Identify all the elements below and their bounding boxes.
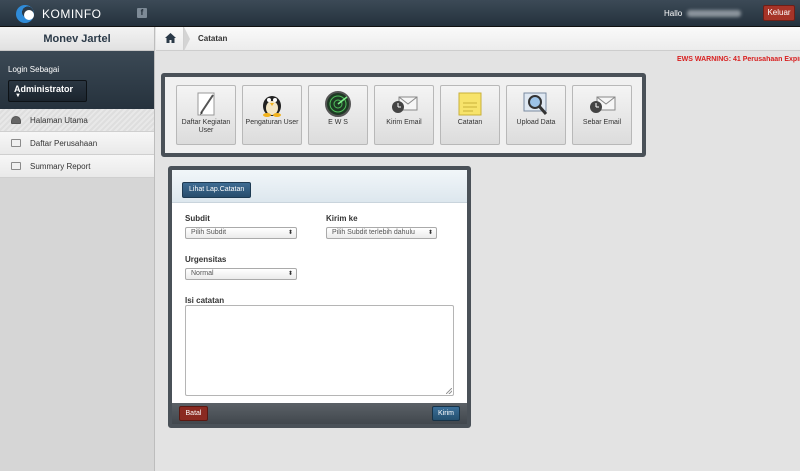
ews-warning-text: EWS WARNING: 41 Perusahaan Expired <box>677 56 800 63</box>
house-icon <box>165 33 176 43</box>
home-icon <box>11 116 21 124</box>
caret-down-icon: ▼ <box>15 93 21 99</box>
resize-grip-icon[interactable] <box>446 388 452 394</box>
tile-label: Upload Data <box>516 119 556 126</box>
tile-daftar-kegiatan-user[interactable]: Daftar Kegiatan User <box>176 85 236 145</box>
form-header: Lihat Lap.Catatan <box>172 170 467 203</box>
breadcrumb-home-button[interactable] <box>156 27 184 50</box>
catatan-form-panel: Lihat Lap.Catatan Subdit Pilih Subdit ⬍ … <box>168 166 471 428</box>
view-notes-report-button[interactable]: Lihat Lap.Catatan <box>182 182 252 198</box>
select-arrows-icon: ⬍ <box>287 230 293 236</box>
radar-icon <box>323 91 353 117</box>
login-as-label: Login Sebagai <box>8 65 60 74</box>
subdit-label: Subdit <box>185 214 210 223</box>
greeting-text: Hallo <box>664 9 683 18</box>
logo-icon <box>14 4 40 24</box>
sidebar-title: Monev Jartel <box>0 27 154 51</box>
pencil-icon <box>191 91 221 117</box>
breadcrumb: Catatan <box>156 27 800 51</box>
login-section: Login Sebagai Administrator ▼ <box>0 51 154 109</box>
brand-name: KOMINFO <box>42 7 102 21</box>
kominfo-logo[interactable]: KOMINFO <box>14 4 102 24</box>
form-footer: Batal Kirim <box>172 403 467 424</box>
tile-upload-data[interactable]: Upload Data <box>506 85 566 145</box>
sidebar-item-summary-report[interactable]: Summary Report <box>0 155 154 178</box>
logout-button[interactable]: Keluar <box>763 5 795 21</box>
sidebar: Monev Jartel Login Sebagai Administrator… <box>0 27 155 471</box>
tile-label: E W S <box>328 119 348 126</box>
breadcrumb-current: Catatan <box>198 34 228 43</box>
kirim-ke-select[interactable]: Pilih Subdit terlebih dahulu ⬍ <box>326 227 437 239</box>
blurred-username <box>687 10 742 17</box>
tile-ews[interactable]: E W S <box>308 85 368 145</box>
tile-pengaturan-user[interactable]: Pengaturan User <box>242 85 302 145</box>
report-icon <box>11 162 21 170</box>
shortcut-panel: Daftar Kegiatan User Pengaturan User E W… <box>161 73 646 157</box>
sidebar-item-halaman-utama[interactable]: Halaman Utama <box>0 109 154 132</box>
urgensitas-label: Urgensitas <box>185 255 227 264</box>
tile-label: Kirim Email <box>386 119 422 126</box>
sidebar-item-label: Daftar Perusahaan <box>30 138 98 148</box>
note-icon <box>455 91 485 117</box>
role-dropdown[interactable]: Administrator ▼ <box>8 80 87 102</box>
role-value: Administrator <box>14 84 74 94</box>
email-icon <box>587 91 617 117</box>
tile-label: Sebar Email <box>582 119 622 126</box>
kirim-ke-select-value: Pilih Subdit terlebih dahulu <box>332 229 415 236</box>
isi-catatan-textarea[interactable] <box>185 305 454 396</box>
facebook-icon[interactable]: f <box>137 8 147 18</box>
sidebar-item-daftar-perusahaan[interactable]: Daftar Perusahaan <box>0 132 154 155</box>
subdit-select-value: Pilih Subdit <box>191 229 227 236</box>
sidebar-item-label: Halaman Utama <box>30 115 88 125</box>
tile-label: Daftar Kegiatan User <box>181 119 231 134</box>
send-button[interactable]: Kirim <box>432 406 460 421</box>
email-icon <box>389 91 419 117</box>
tile-sebar-email[interactable]: Sebar Email <box>572 85 632 145</box>
sidebar-item-label: Summary Report <box>30 161 91 171</box>
penguin-icon <box>257 91 287 117</box>
urgensitas-select[interactable]: Normal ⬍ <box>185 268 297 280</box>
urgensitas-select-value: Normal <box>191 270 214 277</box>
tile-label: Catatan <box>457 119 483 126</box>
magnifier-icon <box>521 91 551 117</box>
tile-catatan[interactable]: Catatan <box>440 85 500 145</box>
isi-catatan-label: Isi catatan <box>185 296 225 305</box>
kirim-ke-label: Kirim ke <box>326 214 358 223</box>
tile-label: Pengaturan User <box>245 119 299 126</box>
subdit-select[interactable]: Pilih Subdit ⬍ <box>185 227 297 239</box>
breadcrumb-separator <box>184 27 190 51</box>
tile-kirim-email[interactable]: Kirim Email <box>374 85 434 145</box>
select-arrows-icon: ⬍ <box>427 230 433 236</box>
list-icon <box>11 139 21 147</box>
cancel-button[interactable]: Batal <box>179 406 208 421</box>
select-arrows-icon: ⬍ <box>287 271 293 277</box>
top-bar: KOMINFO f Hallo Keluar <box>0 0 800 27</box>
user-greeting: Hallo <box>664 9 742 18</box>
